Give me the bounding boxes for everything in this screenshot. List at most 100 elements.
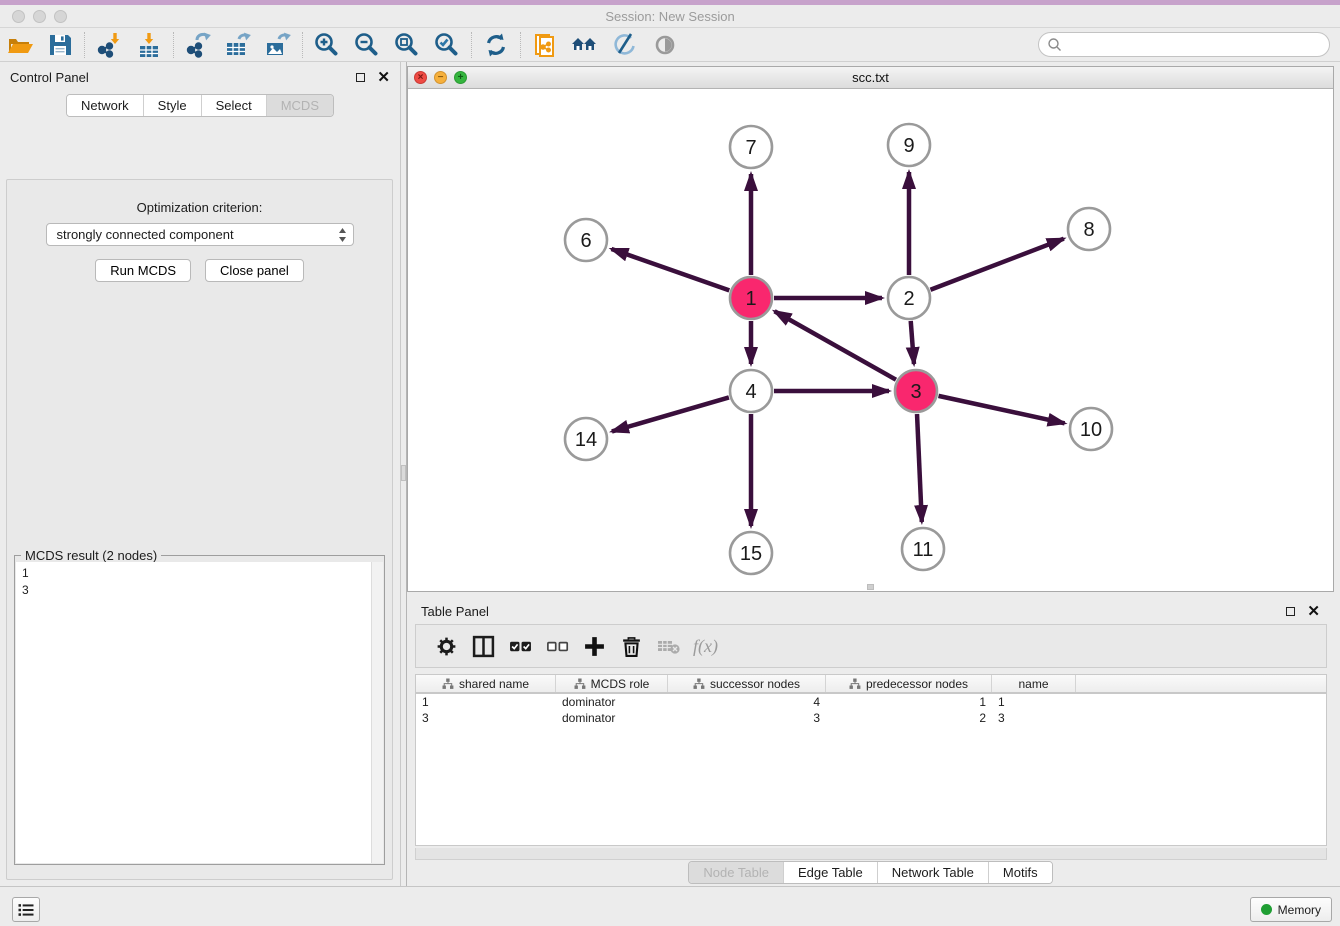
search-box[interactable]: [1038, 32, 1330, 57]
table-row[interactable]: 1dominator411: [416, 694, 1326, 710]
graph-node-9[interactable]: 9: [888, 124, 930, 166]
close-table-panel-icon[interactable]: ✕: [1307, 604, 1320, 619]
add-row-icon[interactable]: [576, 628, 613, 664]
cell-mcds-role[interactable]: dominator: [556, 711, 668, 725]
table-tabs: Node TableEdge TableNetwork TableMotifs: [407, 861, 1334, 884]
table-tab-motifs[interactable]: Motifs: [988, 862, 1052, 883]
graph-node-7[interactable]: 7: [730, 126, 772, 168]
import-table-icon[interactable]: [129, 29, 169, 61]
function-builder-icon[interactable]: f(x): [687, 628, 724, 664]
network-window-titlebar[interactable]: × − + scc.txt: [408, 67, 1333, 89]
column-header-shared-name[interactable]: shared name: [416, 675, 556, 692]
float-table-panel-icon[interactable]: [1286, 607, 1295, 616]
graph-edge-2-8[interactable]: [930, 239, 1063, 290]
columns-icon[interactable]: [465, 628, 502, 664]
column-header-name[interactable]: name: [992, 675, 1076, 692]
svg-text:2: 2: [903, 288, 914, 310]
cell-name[interactable]: 1: [992, 695, 1076, 709]
search-icon: [1047, 37, 1063, 53]
cell-name[interactable]: 3: [992, 711, 1076, 725]
table-horizontal-scrollbar[interactable]: [415, 848, 1327, 860]
node-table[interactable]: shared nameMCDS rolesuccessor nodesprede…: [415, 674, 1327, 846]
delete-table-icon[interactable]: [650, 628, 687, 664]
svg-text:14: 14: [575, 429, 597, 451]
tab-network[interactable]: Network: [67, 95, 143, 116]
cell-predecessor-nodes[interactable]: 1: [826, 695, 992, 709]
tab-mcds[interactable]: MCDS: [266, 95, 333, 116]
save-icon[interactable]: [40, 29, 80, 61]
cell-successor-nodes[interactable]: 3: [668, 711, 826, 725]
graph-edge-1-6[interactable]: [611, 249, 729, 290]
memory-button[interactable]: Memory: [1250, 897, 1332, 922]
open-folder-icon[interactable]: [0, 29, 40, 61]
table-tab-edge-table[interactable]: Edge Table: [783, 862, 877, 883]
tab-style[interactable]: Style: [143, 95, 201, 116]
document-network-icon[interactable]: [525, 29, 565, 61]
cell-predecessor-nodes[interactable]: 2: [826, 711, 992, 725]
graph-node-6[interactable]: 6: [565, 219, 607, 261]
divider-grip[interactable]: [401, 465, 406, 481]
split-pane-divider[interactable]: [400, 62, 407, 886]
run-mcds-button[interactable]: Run MCDS: [95, 259, 191, 282]
select-all-icon[interactable]: [502, 628, 539, 664]
cell-shared-name[interactable]: 1: [416, 695, 556, 709]
mcds-result-title: MCDS result (2 nodes): [21, 548, 161, 563]
zoom-in-icon[interactable]: [307, 29, 347, 61]
table-tab-node-table[interactable]: Node Table: [689, 862, 783, 883]
cell-shared-name[interactable]: 3: [416, 711, 556, 725]
mcds-panel-body: Optimization criterion: strongly connect…: [6, 179, 393, 880]
status-bar: Memory: [0, 886, 1340, 926]
optimization-criterion-dropdown[interactable]: strongly connected component: [46, 223, 354, 246]
hide-style-icon[interactable]: [605, 29, 645, 61]
graph-edge-3-11[interactable]: [917, 414, 922, 522]
svg-text:6: 6: [580, 230, 591, 252]
search-input[interactable]: [1063, 35, 1329, 55]
canvas-grip[interactable]: [867, 584, 874, 590]
home-icon[interactable]: [565, 29, 605, 61]
zoom-out-icon[interactable]: [347, 29, 387, 61]
graph-edge-4-14[interactable]: [612, 397, 729, 431]
refresh-icon[interactable]: [476, 29, 516, 61]
tab-select[interactable]: Select: [201, 95, 266, 116]
float-panel-icon[interactable]: [356, 73, 365, 82]
column-header-predecessor-nodes[interactable]: predecessor nodes: [826, 675, 992, 692]
close-panel-icon[interactable]: ✕: [377, 70, 390, 85]
control-panel: Control Panel ✕ NetworkStyleSelectMCDS O…: [0, 62, 400, 886]
deselect-all-icon[interactable]: [539, 628, 576, 664]
cell-mcds-role[interactable]: dominator: [556, 695, 668, 709]
export-network-icon[interactable]: [178, 29, 218, 61]
graph-node-2[interactable]: 2: [888, 277, 930, 319]
column-header-mcds-role[interactable]: MCDS role: [556, 675, 668, 692]
zoom-fit-icon[interactable]: [387, 29, 427, 61]
graph-node-1[interactable]: 1: [730, 277, 772, 319]
graph-node-15[interactable]: 15: [730, 532, 772, 574]
sort-icon: [849, 678, 861, 690]
graph-node-3[interactable]: 3: [895, 370, 937, 412]
column-header-successor-nodes[interactable]: successor nodes: [668, 675, 826, 692]
graph-node-10[interactable]: 10: [1070, 408, 1112, 450]
chevron-updown-icon: [338, 227, 347, 246]
result-scrollbar[interactable]: [371, 562, 383, 863]
export-table-icon[interactable]: [218, 29, 258, 61]
graph-edge-3-10[interactable]: [938, 396, 1064, 423]
close-panel-button[interactable]: Close panel: [205, 259, 304, 282]
show-eye-icon[interactable]: [645, 29, 685, 61]
graph-node-11[interactable]: 11: [902, 528, 944, 570]
export-image-icon[interactable]: [258, 29, 298, 61]
import-network-icon[interactable]: [89, 29, 129, 61]
table-tab-network-table[interactable]: Network Table: [877, 862, 988, 883]
delete-row-icon[interactable]: [613, 628, 650, 664]
memory-label: Memory: [1278, 903, 1321, 917]
graph-node-8[interactable]: 8: [1068, 208, 1110, 250]
graph-node-4[interactable]: 4: [730, 370, 772, 412]
mcds-result-textarea[interactable]: 1 3: [16, 562, 383, 863]
zoom-selected-icon[interactable]: [427, 29, 467, 61]
network-canvas[interactable]: 7 9 6 8 1 2 4 3 14 10 15 11: [408, 89, 1333, 591]
table-row[interactable]: 3dominator323: [416, 710, 1326, 726]
gear-icon[interactable]: [428, 628, 465, 664]
task-history-button[interactable]: [12, 897, 40, 922]
graph-edge-3-1[interactable]: [775, 311, 896, 379]
graph-edge-2-3[interactable]: [911, 321, 914, 364]
graph-node-14[interactable]: 14: [565, 418, 607, 460]
cell-successor-nodes[interactable]: 4: [668, 695, 826, 709]
